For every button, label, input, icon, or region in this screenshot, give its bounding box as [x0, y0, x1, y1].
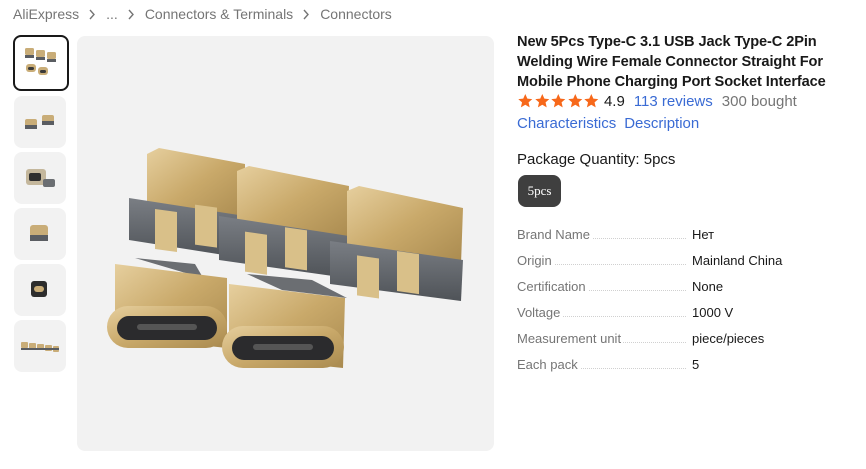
usb-c-connectors-photo: [107, 148, 463, 368]
thumbnail-2[interactable]: [14, 96, 66, 148]
product-thumbnail-image: [30, 225, 48, 241]
chevron-right-icon: [127, 9, 135, 20]
star-rating: [517, 93, 600, 109]
product-title: New 5Pcs Type-C 3.1 USB Jack Type-C 2Pin…: [517, 34, 826, 90]
spec-key: Measurement unit: [517, 330, 624, 346]
spec-row: Brand Name Нет: [517, 221, 857, 247]
spec-row: Measurement unit piece/pieces: [517, 325, 857, 351]
breadcrumb-item-ellipsis[interactable]: ...: [106, 6, 118, 22]
spec-value: Mainland China: [692, 252, 783, 268]
thumbnail-1[interactable]: [13, 35, 69, 91]
thumbnail-6[interactable]: [14, 320, 66, 372]
rating-value: 4.9: [603, 92, 625, 110]
star-icon: [568, 94, 583, 108]
spec-row: Each pack 5: [517, 351, 857, 377]
spec-row: Voltage 1000 V: [517, 299, 857, 325]
chevron-right-icon: [88, 9, 96, 20]
spec-key: Certification: [517, 278, 588, 294]
bought-count: 300 bought: [721, 92, 797, 110]
spec-row: Certification None: [517, 273, 857, 299]
breadcrumb: AliExpress ... Connectors & Terminals Co…: [13, 5, 392, 23]
spec-value: 5: [692, 356, 700, 372]
spec-key: Origin: [517, 252, 554, 268]
reviews-link[interactable]: 113 reviews: [634, 93, 713, 110]
product-thumbnail-image: [26, 169, 55, 187]
package-option-selected[interactable]: 5pcs: [518, 175, 561, 207]
product-thumbnail-image: [21, 342, 59, 352]
characteristics-link[interactable]: Characteristics: [517, 115, 616, 132]
chevron-right-icon: [302, 9, 310, 20]
spec-key: Each pack: [517, 356, 580, 372]
thumbnail-4[interactable]: [14, 208, 66, 260]
spec-row: Origin Mainland China: [517, 247, 857, 273]
rating-row: 4.9 113 reviews 300 bought: [517, 91, 797, 111]
section-links: Characteristics Description: [517, 115, 699, 132]
spec-key: Voltage: [517, 304, 563, 320]
specifications-table: Brand Name Нет Origin Mainland China Cer…: [517, 221, 857, 377]
spec-key: Brand Name: [517, 226, 592, 242]
product-thumbnail-image: [25, 48, 56, 75]
thumbnail-3[interactable]: [14, 152, 66, 204]
product-thumbnail-image: [31, 281, 47, 297]
breadcrumb-item-connectors-terminals[interactable]: Connectors & Terminals: [145, 6, 293, 22]
breadcrumb-item-connectors[interactable]: Connectors: [320, 6, 392, 22]
star-icon: [534, 94, 549, 108]
spec-value: Нет: [692, 226, 715, 242]
description-link[interactable]: Description: [624, 115, 699, 132]
product-info: New 5Pcs Type-C 3.1 USB Jack Type-C 2Pin…: [517, 32, 857, 372]
spec-value: piece/pieces: [692, 330, 765, 346]
star-icon: [584, 94, 599, 108]
product-thumbnail-image: [25, 115, 54, 129]
star-icon: [551, 94, 566, 108]
spec-value: None: [692, 278, 724, 294]
breadcrumb-item-home[interactable]: AliExpress: [13, 6, 79, 22]
star-icon: [518, 94, 533, 108]
spec-value: 1000 V: [692, 304, 734, 320]
main-product-image[interactable]: [77, 36, 494, 451]
thumbnail-5[interactable]: [14, 264, 66, 316]
package-quantity-label: Package Quantity: 5pcs: [517, 151, 676, 168]
